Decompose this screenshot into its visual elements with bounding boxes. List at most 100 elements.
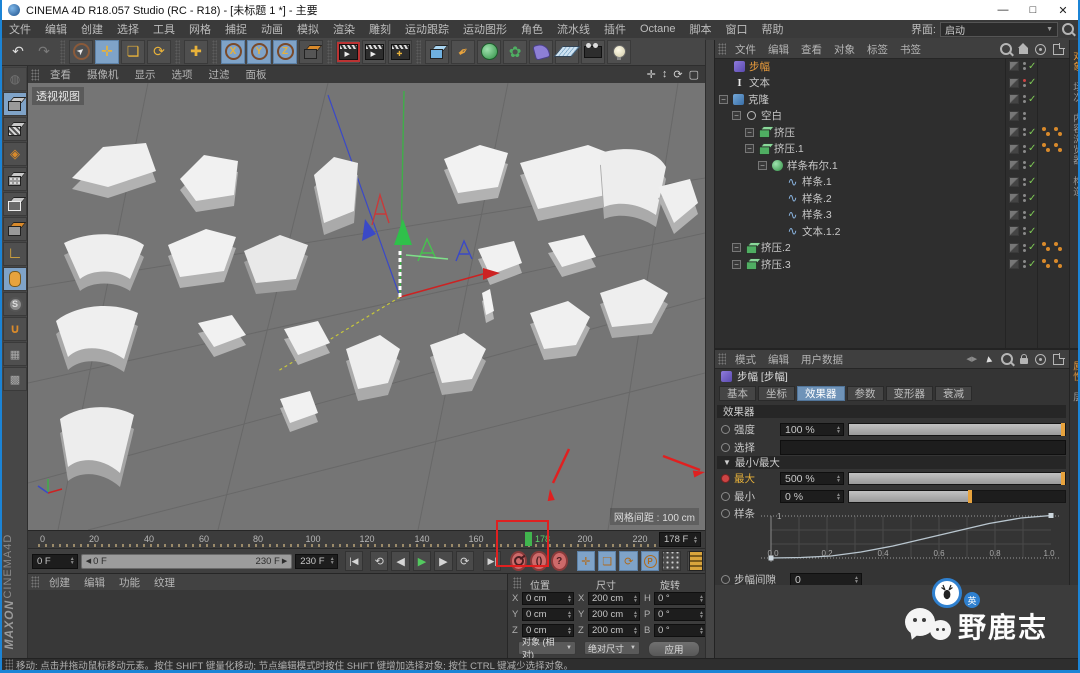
axis-mode-icon[interactable]: ∟ <box>3 242 27 266</box>
material-menu-function[interactable]: 功能 <box>112 575 147 590</box>
keyframe-dot-active[interactable] <box>721 474 730 483</box>
viewport-zoom-icon[interactable]: ↕ <box>662 68 668 81</box>
am-menu-edit[interactable]: 编辑 <box>762 352 795 367</box>
visibility-dots[interactable] <box>1023 79 1026 87</box>
om-menu-file[interactable]: 文件 <box>729 42 762 57</box>
tree-row-spline-2[interactable]: ∿ 样条.2 ✓ <box>715 190 1069 207</box>
panel-grip[interactable] <box>718 43 726 55</box>
subdivision-surface-icon[interactable] <box>477 40 501 64</box>
snap-icon[interactable]: ∪ <box>3 317 27 341</box>
enabled-check[interactable]: ✓ <box>1028 160 1036 171</box>
expand-icon[interactable]: − <box>745 144 754 153</box>
texture-mode-icon[interactable] <box>3 117 27 141</box>
tree-row-extrude[interactable]: − 挤压 ✓ <box>715 124 1069 141</box>
expand-icon[interactable]: − <box>732 243 741 252</box>
expand-icon[interactable]: − <box>732 111 741 120</box>
menu-character[interactable]: 角色 <box>514 21 550 37</box>
menu-file[interactable]: 文件 <box>2 21 38 37</box>
simulation-icon[interactable]: S <box>3 292 27 316</box>
enabled-check[interactable]: ✓ <box>1028 127 1036 138</box>
titlebar[interactable]: CINEMA 4D R18.057 Studio (RC - R18) - [未… <box>2 0 1078 20</box>
x-axis-lock-icon[interactable]: X <box>221 40 245 64</box>
current-frame-field[interactable]: 178 F▲▼ <box>659 532 701 547</box>
enabled-check[interactable]: ✓ <box>1028 242 1036 253</box>
rot-p-field[interactable]: 0 °▲▼ <box>654 608 706 621</box>
menu-pipeline[interactable]: 流水线 <box>550 21 597 37</box>
panel-icon[interactable] <box>1053 44 1064 55</box>
history-arrows-icon[interactable]: ◀▶ <box>966 355 977 363</box>
key-pla-icon[interactable] <box>662 551 680 571</box>
viewport-menu-filter[interactable]: 过滤 <box>201 67 238 82</box>
visibility-dots[interactable] <box>1023 95 1026 103</box>
viewport-maximize-icon[interactable]: ▢ <box>689 68 699 81</box>
tab-structure[interactable]: 构造 <box>1069 171 1080 202</box>
menu-select[interactable]: 选择 <box>110 21 146 37</box>
scale-tool-icon[interactable]: ❏ <box>121 40 145 64</box>
tab-basic[interactable]: 基本 <box>719 386 756 401</box>
material-menu-create[interactable]: 创建 <box>42 575 77 590</box>
enabled-check[interactable]: ✓ <box>1028 94 1036 105</box>
menu-animate[interactable]: 动画 <box>254 21 290 37</box>
expand-icon[interactable]: − <box>745 128 754 137</box>
move-tool-icon[interactable]: ✛ <box>95 40 119 64</box>
size-y-field[interactable]: 200 cm▲▼ <box>588 608 640 621</box>
spline-point-end[interactable] <box>1049 513 1054 518</box>
menu-tools[interactable]: 工具 <box>146 21 182 37</box>
viewport-interaction-icon[interactable] <box>3 267 27 291</box>
last-tool-icon[interactable]: ✚ <box>184 40 208 64</box>
search-icon[interactable] <box>1000 43 1012 55</box>
tree-row-text-1-2[interactable]: ∿ 文本.1.2 ✓ <box>715 223 1069 240</box>
tab-attributes[interactable]: 属性 <box>1069 356 1080 387</box>
live-selection-icon[interactable]: ➤ <box>69 40 93 64</box>
enabled-check[interactable]: ✓ <box>1028 61 1036 72</box>
edges-mode-icon[interactable] <box>3 192 27 216</box>
menu-window[interactable]: 窗口 <box>718 21 754 37</box>
rot-h-field[interactable]: 0 °▲▼ <box>654 592 706 605</box>
size-z-field[interactable]: 200 cm▲▼ <box>588 624 640 637</box>
layer-chip[interactable] <box>1009 193 1019 203</box>
primitive-cube-icon[interactable] <box>425 40 449 64</box>
cursor-icon[interactable]: ▲ <box>983 353 995 366</box>
layout-dropdown[interactable]: 启动▼ <box>940 22 1058 37</box>
tab-layers[interactable]: 层 <box>1069 387 1080 408</box>
play-forward-icon[interactable]: ▶ <box>413 551 431 571</box>
workplane-icon[interactable]: ◈ <box>3 142 27 166</box>
strength-value-field[interactable]: 100 %▲▼ <box>780 423 844 436</box>
target-icon[interactable] <box>1035 354 1046 365</box>
layer-chip[interactable] <box>1009 94 1019 104</box>
model-mode-icon[interactable] <box>3 92 27 116</box>
next-frame-icon[interactable]: ▶ <box>434 551 452 571</box>
loop-icon[interactable]: ⟳ <box>456 551 474 571</box>
visibility-dots[interactable] <box>1023 244 1026 252</box>
menu-render[interactable]: 渲染 <box>326 21 362 37</box>
max-slider[interactable] <box>848 472 1066 485</box>
layer-chip[interactable] <box>1009 259 1019 269</box>
tab-coord[interactable]: 坐标 <box>758 386 795 401</box>
play-backwards-icon[interactable]: ⟲ <box>370 551 388 571</box>
tree-row-null[interactable]: − 空白 <box>715 108 1069 125</box>
close-button[interactable]: ✕ <box>1048 0 1078 20</box>
visibility-dots[interactable] <box>1023 178 1026 186</box>
render-picture-viewer-icon[interactable]: ▶ <box>362 40 386 64</box>
om-menu-edit[interactable]: 编辑 <box>762 42 795 57</box>
om-menu-tags[interactable]: 标签 <box>861 42 894 57</box>
menu-mograph[interactable]: 运动图形 <box>456 21 514 37</box>
max-value-field[interactable]: 500 %▲▼ <box>780 472 844 485</box>
visibility-dots[interactable] <box>1023 128 1026 136</box>
pen-spline-icon[interactable]: ✒ <box>451 40 475 64</box>
am-menu-mode[interactable]: 模式 <box>729 352 762 367</box>
layer-chip[interactable] <box>1009 243 1019 253</box>
home-icon[interactable] <box>1019 48 1028 54</box>
pos-y-field[interactable]: 0 cm▲▼ <box>522 608 574 621</box>
panel-grip[interactable] <box>718 353 726 365</box>
go-to-end-icon[interactable]: ▶| <box>483 551 501 571</box>
menu-snap[interactable]: 捕捉 <box>218 21 254 37</box>
link-icon[interactable] <box>1035 44 1046 55</box>
om-menu-objects[interactable]: 对象 <box>828 42 861 57</box>
tree-row-extrude-1[interactable]: − 挤压.1 ✓ <box>715 141 1069 158</box>
min-value-field[interactable]: 0 %▲▼ <box>780 490 844 503</box>
min-slider[interactable] <box>848 490 1066 503</box>
tag-icons[interactable] <box>1042 127 1063 138</box>
panel-grip[interactable] <box>513 577 521 589</box>
apply-button[interactable]: 应用 <box>648 641 700 657</box>
